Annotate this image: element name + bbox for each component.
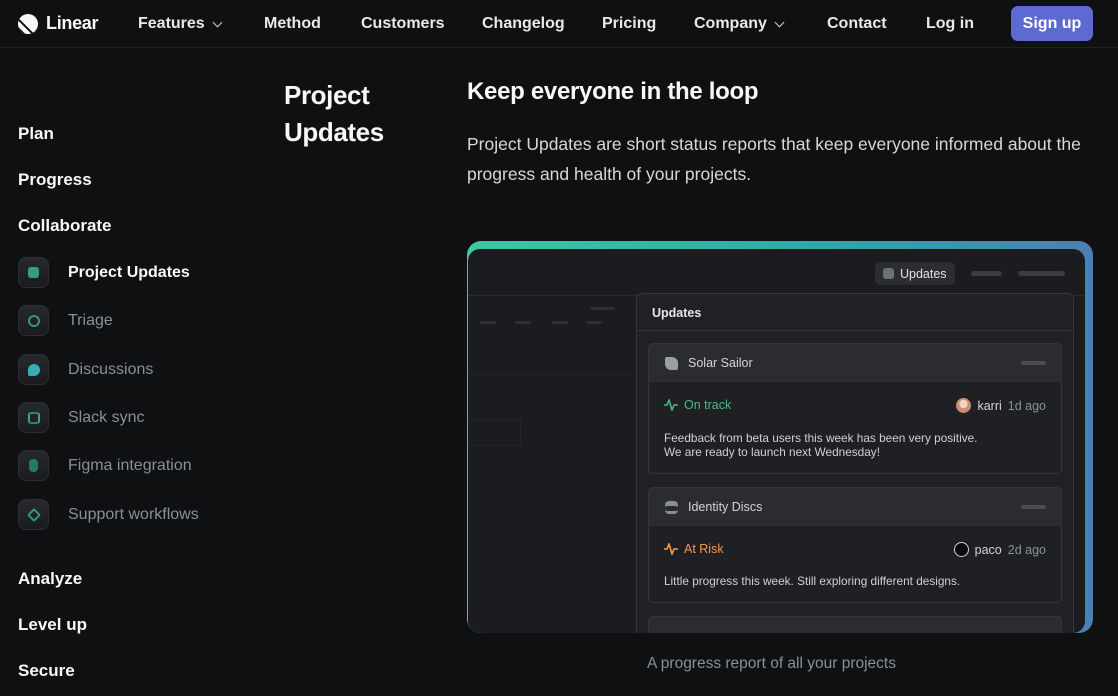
slack-icon bbox=[18, 402, 49, 433]
avatar bbox=[956, 398, 972, 413]
nav-contact[interactable]: Contact bbox=[827, 15, 887, 33]
placeholder-bar bbox=[480, 321, 496, 324]
triage-icon bbox=[18, 305, 49, 336]
nav-changelog[interactable]: Changelog bbox=[482, 15, 565, 33]
update-card-solar-sailor[interactable]: Solar Sailor On track karri 1d ago Feedb… bbox=[648, 343, 1062, 474]
login-link[interactable]: Log in bbox=[926, 15, 974, 33]
nav-customers[interactable]: Customers bbox=[361, 15, 445, 33]
update-card-header: Solar Sailor bbox=[649, 344, 1061, 382]
avatar bbox=[953, 542, 969, 557]
mockup-divider bbox=[468, 445, 520, 446]
linear-logo-icon bbox=[18, 13, 38, 34]
update-author: karri 1d ago bbox=[956, 398, 1046, 413]
discussions-icon bbox=[18, 354, 49, 385]
panel-divider bbox=[637, 330, 1073, 331]
section-title: Project Updates bbox=[284, 80, 384, 147]
support-icon bbox=[18, 499, 49, 530]
update-body: Feedback from beta users this week has b… bbox=[664, 431, 978, 459]
status-on-track: On track bbox=[664, 398, 731, 412]
update-body: Little progress this week. Still explori… bbox=[664, 574, 961, 588]
sidebar-group-progress[interactable]: Progress bbox=[18, 170, 92, 190]
mockup-divider bbox=[520, 419, 521, 445]
nav-features[interactable]: Features bbox=[138, 15, 223, 33]
sidebar-group-plan[interactable]: Plan bbox=[18, 124, 54, 144]
sidebar-item-discussions[interactable]: Discussions bbox=[18, 354, 153, 385]
pulse-icon bbox=[664, 543, 678, 555]
status-at-risk: At Risk bbox=[664, 542, 724, 556]
sidebar-group-level-up[interactable]: Level up bbox=[18, 615, 87, 635]
figma-icon bbox=[18, 450, 49, 481]
update-card-partial bbox=[648, 616, 1062, 633]
sidebar-group-secure[interactable]: Secure bbox=[18, 661, 75, 681]
feature-description: Project Updates are short status reports… bbox=[467, 134, 1081, 184]
update-card-identity-discs[interactable]: Identity Discs At Risk paco 2d ago Littl… bbox=[648, 487, 1062, 603]
product-screenshot: Updates Updates Solar Sailor On track ka… bbox=[467, 241, 1093, 633]
chevron-down-icon bbox=[774, 17, 785, 27]
update-card-header: Identity Discs bbox=[649, 488, 1061, 526]
placeholder-bar bbox=[586, 321, 602, 324]
nav-method[interactable]: Method bbox=[264, 15, 321, 33]
updates-panel: Updates Solar Sailor On track karri 1d a… bbox=[636, 293, 1074, 633]
nav-pricing[interactable]: Pricing bbox=[602, 15, 656, 33]
placeholder-bar bbox=[552, 321, 568, 324]
panel-title: Updates bbox=[652, 306, 702, 320]
mockup-divider bbox=[468, 374, 636, 375]
placeholder-bar bbox=[1018, 271, 1065, 276]
placeholder-bar bbox=[1021, 361, 1046, 365]
placeholder-bar bbox=[971, 271, 1002, 276]
update-author: paco 2d ago bbox=[953, 542, 1046, 557]
app-mockup: Updates Updates Solar Sailor On track ka… bbox=[468, 249, 1085, 633]
nav-company[interactable]: Company bbox=[694, 15, 785, 33]
database-icon bbox=[665, 500, 678, 514]
project-updates-icon bbox=[18, 257, 49, 288]
placeholder-bar bbox=[515, 321, 531, 324]
chevron-down-icon bbox=[212, 17, 223, 27]
satellite-icon bbox=[665, 356, 678, 370]
placeholder-bar bbox=[1021, 505, 1046, 509]
mockup-divider bbox=[468, 419, 520, 420]
sidebar-group-collaborate[interactable]: Collaborate bbox=[18, 216, 112, 236]
sidebar-item-figma-integration[interactable]: Figma integration bbox=[18, 450, 192, 481]
sidebar-item-triage[interactable]: Triage bbox=[18, 305, 113, 336]
top-nav: Linear Features Method Customers Changel… bbox=[0, 0, 1118, 48]
updates-icon bbox=[883, 268, 894, 279]
sidebar-item-slack-sync[interactable]: Slack sync bbox=[18, 402, 144, 433]
feature-headline: Keep everyone in the loop bbox=[467, 78, 759, 105]
screenshot-caption: A progress report of all your projects bbox=[647, 655, 896, 672]
signup-button[interactable]: Sign up bbox=[1011, 6, 1093, 41]
pulse-icon bbox=[664, 399, 678, 411]
sidebar-item-support-workflows[interactable]: Support workflows bbox=[18, 499, 199, 530]
updates-button[interactable]: Updates bbox=[875, 262, 955, 285]
sidebar-group-analyze[interactable]: Analyze bbox=[18, 569, 82, 589]
brand-name: Linear bbox=[46, 13, 99, 33]
linear-logo[interactable]: Linear bbox=[18, 13, 99, 34]
placeholder-bar bbox=[590, 307, 615, 310]
sidebar-item-project-updates[interactable]: Project Updates bbox=[18, 257, 190, 288]
